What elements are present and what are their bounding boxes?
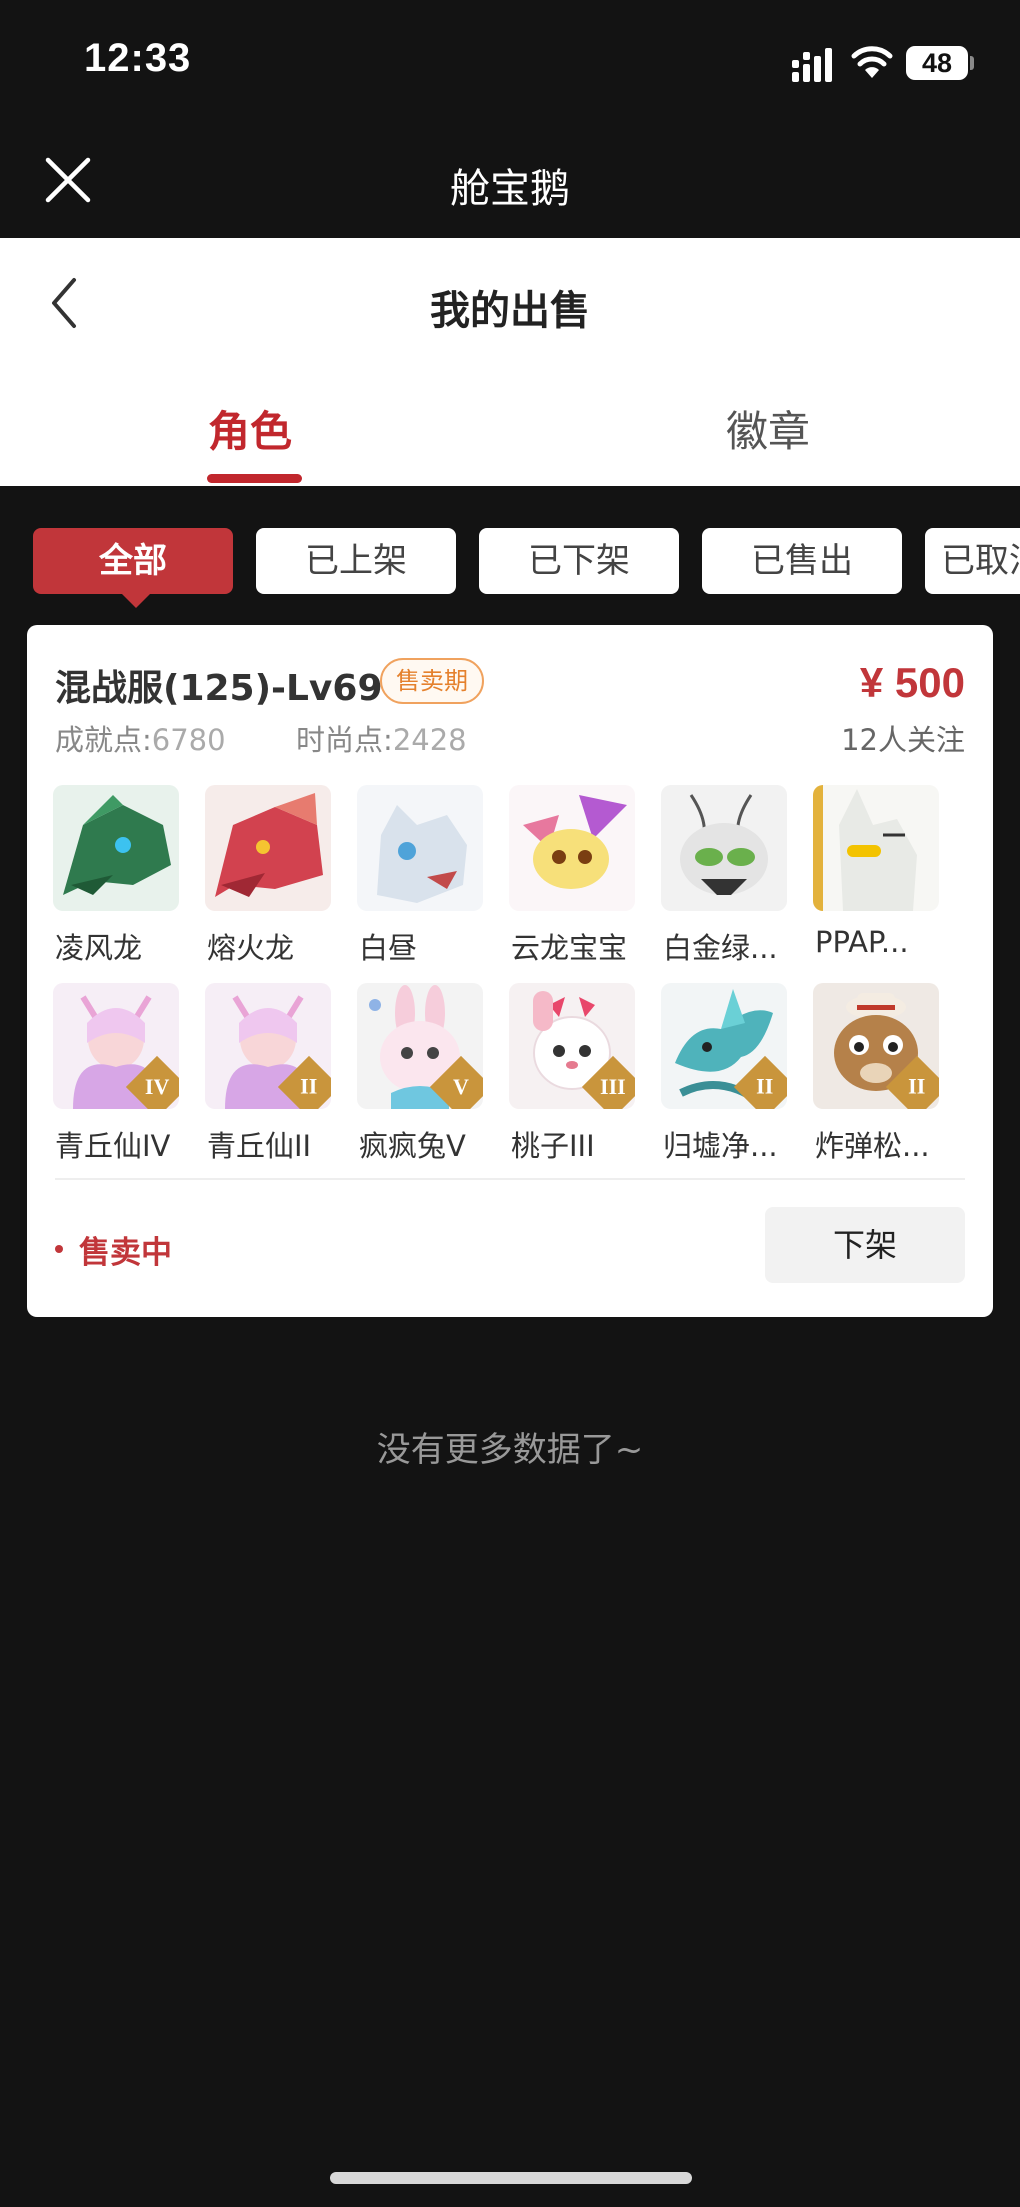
fashion-value: 2428 bbox=[392, 723, 467, 757]
cellular-signal-icon bbox=[792, 48, 832, 82]
pet-avatar: IV bbox=[53, 983, 179, 1109]
pet-avatar bbox=[357, 785, 483, 911]
pet-name: 归墟净... bbox=[663, 1129, 778, 1163]
fashion-label: 时尚点: bbox=[296, 723, 393, 757]
pet-name: 桃子III bbox=[511, 1129, 595, 1163]
pet-name: 熔火龙 bbox=[207, 931, 295, 965]
card-divider bbox=[55, 1178, 965, 1180]
achievement-label: 成就点: bbox=[55, 723, 152, 757]
header-panel: 我的出售 角色 徽章 bbox=[0, 238, 1020, 486]
pet-avatar bbox=[661, 785, 787, 911]
pet-name: 青丘仙II bbox=[207, 1129, 312, 1163]
filter-delisted[interactable]: 已下架 bbox=[479, 528, 679, 594]
achievement-value: 6780 bbox=[151, 723, 226, 757]
status-badge: 售卖期 bbox=[380, 658, 484, 704]
delist-button[interactable]: 下架 bbox=[765, 1207, 965, 1283]
pet-item[interactable]: V 疯疯兔V bbox=[331, 983, 483, 1163]
page-title: 我的出售 bbox=[430, 288, 590, 334]
pet-avatar bbox=[509, 785, 635, 911]
pet-name: PPAP... bbox=[815, 925, 909, 959]
filter-sold[interactable]: 已售出 bbox=[702, 528, 902, 594]
points-stats: 成就点:6780 时尚点:2428 bbox=[55, 717, 467, 759]
pet-avatar bbox=[53, 785, 179, 911]
pet-name: 白金绿... bbox=[663, 931, 778, 965]
server-level: 混战服(125)-Lv69 bbox=[55, 668, 383, 709]
filter-all[interactable]: 全部 bbox=[33, 528, 233, 594]
active-filter-pointer bbox=[122, 594, 150, 608]
pet-avatar bbox=[813, 785, 939, 911]
app-titlebar: 舱宝鹅 bbox=[0, 120, 1020, 238]
pet-item[interactable]: IV 青丘仙IV bbox=[27, 983, 179, 1163]
end-of-list-text: 没有更多数据了~ bbox=[376, 1430, 644, 1470]
battery-indicator: 48 bbox=[906, 46, 968, 80]
status-bar: 12:33 48 bbox=[0, 0, 1020, 120]
pet-avatar: V bbox=[357, 983, 483, 1109]
filter-chips: 全部 已上架 已下架 已售出 已取消 bbox=[0, 528, 1020, 598]
pet-avatar: II bbox=[205, 983, 331, 1109]
filter-cancelled[interactable]: 已取消 bbox=[925, 528, 1020, 594]
pet-item[interactable]: 白金绿... bbox=[635, 785, 787, 965]
tab-badge[interactable]: 徽章 bbox=[726, 398, 810, 459]
filter-listed[interactable]: 已上架 bbox=[256, 528, 456, 594]
price: ¥ 500 bbox=[859, 659, 965, 706]
tab-role[interactable]: 角色 bbox=[208, 398, 292, 459]
active-tab-indicator bbox=[207, 474, 302, 483]
followers-count: 12人关注 bbox=[841, 723, 965, 757]
pet-name: 炸弹松... bbox=[815, 1129, 930, 1163]
pet-avatar: III bbox=[509, 983, 635, 1109]
pet-item[interactable]: II 青丘仙II bbox=[179, 983, 331, 1163]
home-indicator[interactable] bbox=[330, 2172, 692, 2184]
sale-status: 售卖中 bbox=[79, 1235, 172, 1271]
pet-item[interactable]: III 桃子III bbox=[483, 983, 635, 1163]
pet-item[interactable]: II 炸弹松... bbox=[787, 983, 939, 1163]
wifi-icon bbox=[851, 46, 893, 78]
pet-name: 云龙宝宝 bbox=[511, 931, 628, 965]
pet-name: 白昼 bbox=[359, 931, 418, 965]
pet-item[interactable]: II 归墟净... bbox=[635, 983, 787, 1163]
pet-name: 青丘仙IV bbox=[55, 1129, 171, 1163]
pet-item[interactable]: 白昼 bbox=[331, 785, 483, 965]
pet-item[interactable]: 熔火龙 bbox=[179, 785, 331, 965]
pet-item[interactable]: 凌风龙 bbox=[27, 785, 179, 965]
listing-card[interactable]: 混战服(125)-Lv69 售卖期 ¥ 500 成就点:6780 时尚点:242… bbox=[27, 625, 993, 1317]
pet-name: 凌风龙 bbox=[55, 931, 143, 965]
pet-avatar bbox=[205, 785, 331, 911]
battery-tip bbox=[970, 56, 974, 70]
pet-item[interactable]: PPAP... bbox=[787, 785, 939, 965]
pet-avatar: II bbox=[813, 983, 939, 1109]
pet-name: 疯疯兔V bbox=[359, 1129, 466, 1163]
clock: 12:33 bbox=[84, 36, 192, 80]
pet-item[interactable]: 云龙宝宝 bbox=[483, 785, 635, 965]
status-dot-icon bbox=[55, 1245, 63, 1253]
app-title: 舱宝鹅 bbox=[450, 166, 570, 212]
pet-avatar: II bbox=[661, 983, 787, 1109]
